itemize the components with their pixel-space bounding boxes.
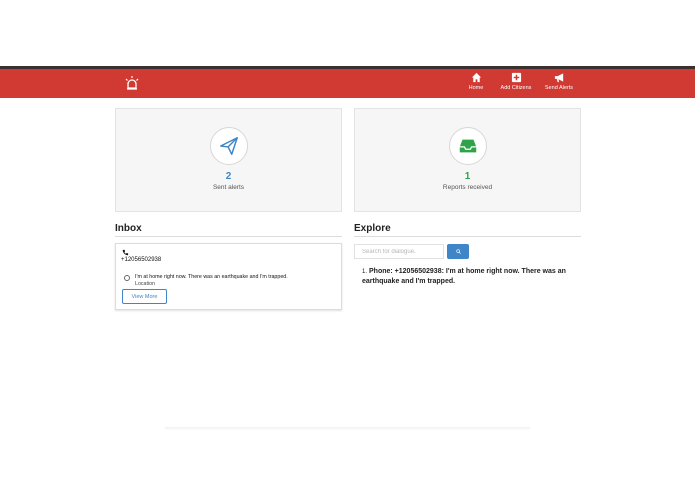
phone-icon <box>122 249 129 256</box>
explore-divider <box>354 236 581 237</box>
home-icon <box>471 72 481 83</box>
nav-send-alerts-label: Send Alerts <box>544 85 574 91</box>
search-result-text: Phone: +12056502938: I'm at home right n… <box>362 268 566 285</box>
search-button[interactable] <box>447 244 469 259</box>
reports-received-icon-circle <box>448 127 487 165</box>
sent-alerts-icon-circle <box>209 127 248 165</box>
paper-plane-icon <box>219 137 238 155</box>
reports-received-card: 1 Reports received <box>354 108 581 212</box>
explore-title: Explore <box>354 223 391 234</box>
siren-icon[interactable] <box>124 75 140 91</box>
search-icon <box>455 249 461 254</box>
page: { "nav": { "logo_icon": "siren-icon", "i… <box>0 0 695 494</box>
sent-alerts-count: 2 <box>225 171 232 182</box>
top-nav-bar: Home Add Citizens Send Alerts <box>0 66 695 98</box>
megaphone-icon <box>554 73 563 83</box>
nav-add-citizens[interactable]: Add Citizens <box>498 72 534 98</box>
search-result-number: 1. <box>362 269 368 275</box>
search-dialogue-input[interactable] <box>354 244 444 259</box>
plus-square-icon <box>511 72 521 83</box>
footer-shadow <box>165 427 530 431</box>
search-result-item[interactable]: 1. Phone: +12056502938: I'm at home right… <box>362 267 582 287</box>
sent-alerts-label: Sent alerts <box>212 184 245 191</box>
inbox-message-card: +12056502938 I'm at home right now. Ther… <box>115 243 342 310</box>
view-more-button[interactable]: View More <box>122 289 167 304</box>
reports-received-count: 1 <box>464 171 471 182</box>
nav-home[interactable]: Home <box>466 72 486 98</box>
inbox-location-label: Location <box>135 281 156 287</box>
reports-received-label: Reports received <box>442 184 493 191</box>
inbox-phone-number: +12056502938 <box>121 257 162 263</box>
nav-send-alerts[interactable]: Send Alerts <box>543 72 575 98</box>
inbox-divider <box>115 236 342 237</box>
inbox-message-text: I'm at home right now. There was an eart… <box>135 274 288 280</box>
sent-alerts-card: 2 Sent alerts <box>115 108 342 212</box>
message-radio[interactable] <box>124 275 130 281</box>
nav-home-label: Home <box>468 85 484 91</box>
nav-add-citizens-label: Add Citizens <box>500 85 532 91</box>
inbox-tray-icon <box>459 139 476 153</box>
inbox-title: Inbox <box>115 223 142 234</box>
